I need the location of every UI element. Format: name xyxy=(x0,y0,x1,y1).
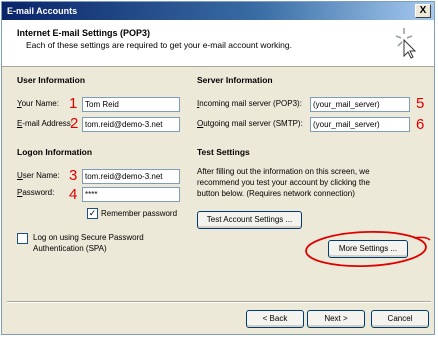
remember-password-label: Remember password xyxy=(101,209,178,218)
test-account-settings-button[interactable]: Test Account Settings ... xyxy=(197,211,302,229)
title-bar: E-mail Accounts X xyxy=(2,2,434,20)
outgoing-server-field[interactable]: (your_mail_server) xyxy=(310,117,410,132)
wizard-sparkle-icon xyxy=(395,28,417,59)
page-title: Internet E-mail Settings (POP3) xyxy=(17,28,151,38)
remember-password-checkbox[interactable]: ✓ xyxy=(87,208,98,219)
password-field[interactable]: **** xyxy=(82,187,180,202)
annotation-6: 6 xyxy=(416,116,425,133)
incoming-server-field[interactable]: (your_mail_server) xyxy=(310,97,410,112)
annotation-4: 4 xyxy=(69,186,78,203)
test-settings-description: After filling out the information on thi… xyxy=(197,167,370,198)
user-name-label: User Name: xyxy=(17,171,60,180)
annotation-5: 5 xyxy=(416,95,425,112)
close-button[interactable]: X xyxy=(415,4,431,18)
page-subtitle: Each of these settings are required to g… xyxy=(26,40,293,50)
email-address-field[interactable]: tom.reid@demo-3.net xyxy=(82,117,180,132)
email-address-label: E-mail Address: xyxy=(17,119,74,128)
cancel-button[interactable]: Cancel xyxy=(371,310,429,328)
spa-label: Log on using Secure Password Authenticat… xyxy=(33,233,144,253)
annotation-1: 1 xyxy=(69,95,78,112)
annotation-2: 2 xyxy=(70,115,79,132)
user-name-field[interactable]: tom.reid@demo-3.net xyxy=(82,169,180,184)
user-info-heading: User Information xyxy=(17,75,86,85)
incoming-server-label: Incoming mail server (POP3): xyxy=(197,99,302,108)
spa-checkbox[interactable] xyxy=(17,233,28,244)
next-button[interactable]: Next > xyxy=(307,310,365,328)
annotation-3: 3 xyxy=(69,167,78,184)
window-title: E-mail Accounts xyxy=(7,6,78,16)
footer-separator xyxy=(7,301,431,303)
your-name-field[interactable]: Tom Reid xyxy=(82,97,180,112)
your-name-label: Your Name: xyxy=(17,99,59,108)
wizard-header: Internet E-mail Settings (POP3) Each of … xyxy=(2,20,434,67)
outgoing-server-label: Outgoing mail server (SMTP): xyxy=(197,119,303,128)
red-highlight-circle xyxy=(305,230,431,268)
logon-info-heading: Logon Information xyxy=(17,147,93,157)
email-accounts-dialog: E-mail Accounts X Internet E-mail Settin… xyxy=(1,1,435,335)
server-info-heading: Server Information xyxy=(197,75,273,85)
password-label: Password: xyxy=(17,188,55,197)
back-button[interactable]: < Back xyxy=(246,310,304,328)
test-settings-heading: Test Settings xyxy=(197,147,250,157)
